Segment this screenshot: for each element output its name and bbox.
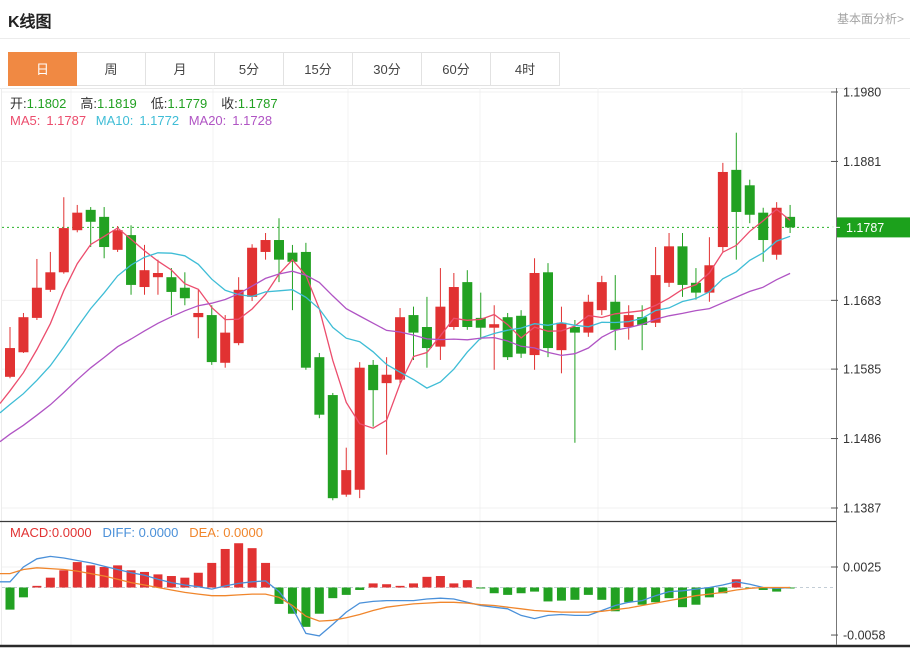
ma-info-bar: MA5: 1.1787 MA10: 1.1772 MA20: 1.1728 <box>10 113 278 128</box>
diff-label: DIFF: <box>103 525 136 540</box>
svg-text:1.1881: 1.1881 <box>843 155 881 169</box>
diff-value: 0.0000 <box>139 525 179 540</box>
ma10-label: MA10: <box>96 113 134 128</box>
svg-text:1.1980: 1.1980 <box>843 86 881 100</box>
ma20-value: 1.1728 <box>232 113 272 128</box>
high-value: 1.1819 <box>97 96 137 111</box>
close-value: 1.1787 <box>238 96 278 111</box>
svg-text:1.1387: 1.1387 <box>843 502 881 516</box>
svg-text:1.1683: 1.1683 <box>843 294 881 308</box>
price-axis-labels: 1.1980 1.1881 1.1787 1.1683 1.1585 1.1486 1.13… <box>831 86 910 643</box>
macd-histogram <box>6 543 795 627</box>
ma5-label: MA5: <box>10 113 40 128</box>
macd-value: 0.0000 <box>52 525 92 540</box>
open-value: 1.1802 <box>27 96 67 111</box>
svg-text:1.1486: 1.1486 <box>843 432 881 446</box>
ma10-value: 1.1772 <box>139 113 179 128</box>
ohlc-info-bar: 开:1.1802 高:1.1819 低:1.1779 收:1.1787 <box>10 93 292 112</box>
horizontal-gridlines <box>2 92 836 567</box>
low-label: 低: <box>151 96 168 111</box>
ma5-value: 1.1787 <box>46 113 86 128</box>
close-label: 收: <box>221 96 238 111</box>
macd-info-bar: MACD:0.0000 DIFF: 0.0000 DEA: 0.0000 <box>10 525 263 540</box>
svg-text:-0.0058: -0.0058 <box>843 629 885 643</box>
vertical-gridlines <box>71 88 742 645</box>
open-label: 开: <box>10 96 27 111</box>
macd-label: MACD: <box>10 525 52 540</box>
svg-text:1.1787: 1.1787 <box>846 221 884 235</box>
svg-text:0.0025: 0.0025 <box>843 561 881 575</box>
high-label: 高: <box>80 96 97 111</box>
candlestick-series <box>5 133 795 501</box>
svg-text:1.1585: 1.1585 <box>843 363 881 377</box>
dea-label: DEA: <box>189 525 219 540</box>
dea-value: 0.0000 <box>223 525 263 540</box>
ma20-label: MA20: <box>189 113 227 128</box>
kline-widget: { "header": { "title": "K线图", "analysis_… <box>0 0 910 649</box>
low-value: 1.1779 <box>167 96 207 111</box>
